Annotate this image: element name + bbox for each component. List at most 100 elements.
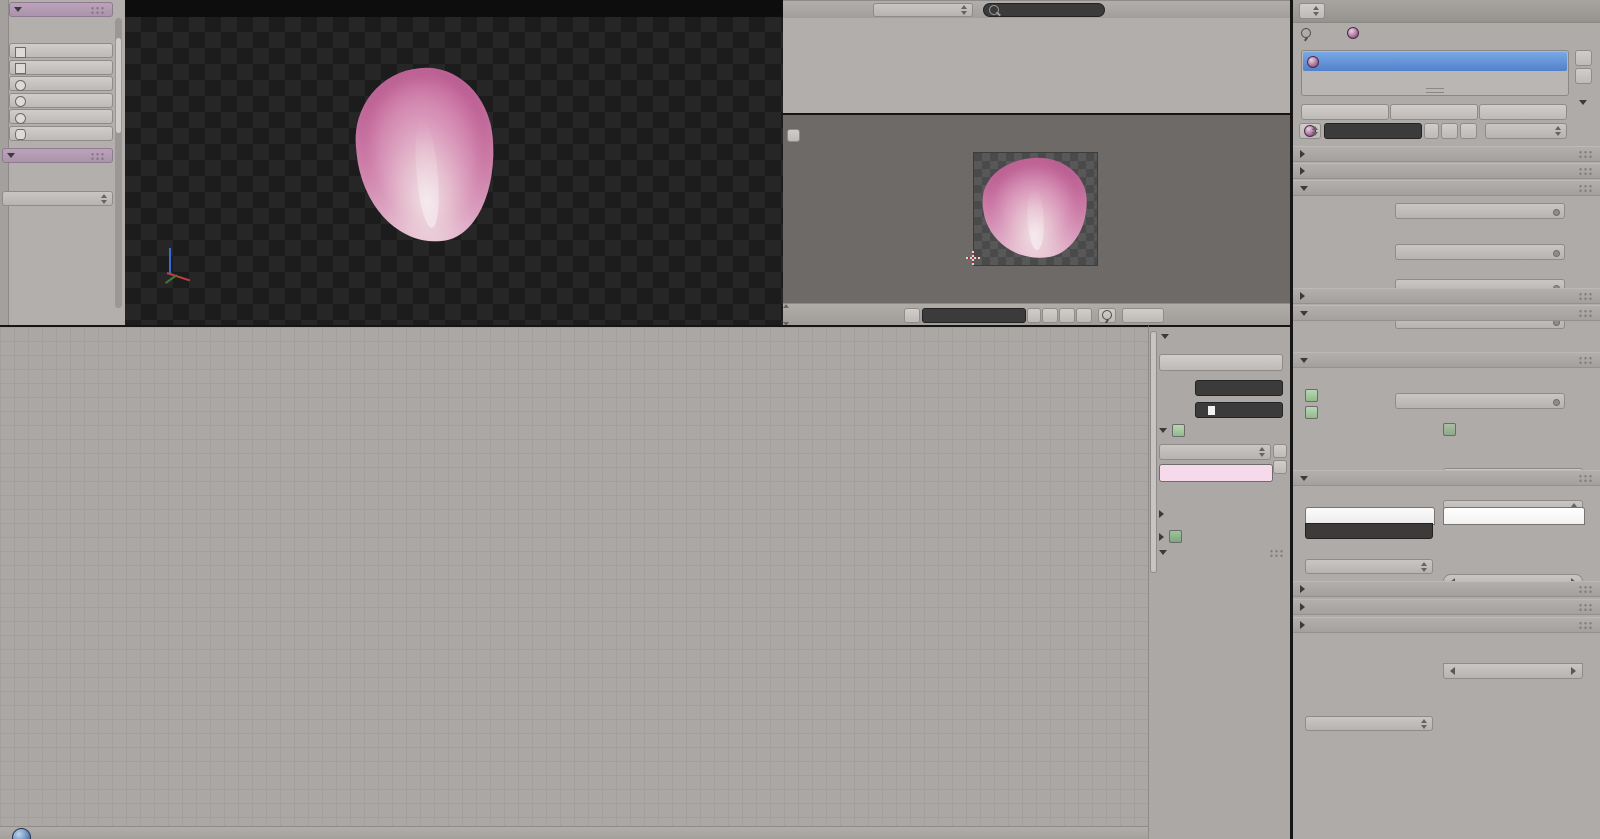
add-plane-button[interactable] (9, 43, 113, 58)
stepper-arrows-icon[interactable] (1313, 6, 1320, 16)
node-color-toggle[interactable] (1159, 424, 1190, 437)
panel-drag-handle-icon[interactable] (1578, 167, 1593, 176)
slot-specials-menu[interactable] (1579, 90, 1592, 109)
region-expand-button[interactable] (787, 129, 800, 142)
action-dropdown[interactable] (2, 191, 113, 206)
stepper-arrows-icon[interactable] (1259, 447, 1266, 457)
panel-drag-handle-icon[interactable] (90, 151, 105, 161)
outliner-search-input[interactable] (983, 2, 1105, 17)
stepper-arrows-icon[interactable] (961, 4, 968, 15)
n-panel-scrollbar[interactable] (1150, 331, 1157, 573)
uv-image-canvas[interactable] (973, 152, 1098, 266)
deselect-button[interactable] (1479, 104, 1567, 120)
stepper-arrows-icon[interactable] (1421, 718, 1428, 729)
pin-icon[interactable] (1301, 28, 1311, 38)
decrement-icon[interactable] (1450, 667, 1455, 675)
new-material-button[interactable] (1441, 123, 1458, 139)
panel-mmd-material[interactable] (1293, 599, 1600, 615)
stepper-arrows-icon[interactable] (1555, 126, 1562, 136)
new-image-button[interactable] (1042, 307, 1058, 323)
panel-custom-properties[interactable] (1293, 146, 1600, 162)
stepper-arrows-icon[interactable] (1421, 561, 1428, 572)
panel-drag-handle-icon[interactable] (1578, 621, 1593, 630)
node-name-field[interactable] (1195, 380, 1283, 396)
browse-material-button[interactable] (1299, 123, 1321, 139)
outliner-row-scene[interactable] (791, 2, 819, 18)
color-checkbox[interactable] (1172, 424, 1185, 437)
add-circle-button[interactable] (9, 76, 113, 91)
panel-properties[interactable] (1159, 510, 1169, 518)
material-slot-active[interactable] (1303, 52, 1567, 71)
panel-node[interactable] (1161, 334, 1174, 339)
panel-settings[interactable] (1293, 352, 1600, 368)
stepper-arrows-icon[interactable] (101, 193, 108, 204)
outliner-row-world[interactable] (809, 34, 837, 50)
viewport-specular-swatch[interactable] (1443, 507, 1585, 525)
fake-user-button[interactable] (1424, 123, 1439, 139)
panel-drag-handle-icon[interactable] (1578, 292, 1593, 301)
panel-grease-pencil-layers[interactable] (1159, 530, 1187, 543)
image-browse-button[interactable] (904, 307, 920, 323)
gp-layer-color-swatch[interactable] (1169, 530, 1182, 543)
tool-shelf-scrollbar[interactable] (115, 18, 122, 308)
panel-drag-handle-icon[interactable] (1578, 474, 1593, 483)
panel-grease-pencil-colors[interactable] (1159, 548, 1284, 558)
add-uv-sphere-button[interactable] (9, 92, 113, 108)
viewport-alpha-slider[interactable] (1305, 523, 1433, 539)
checkbox-empty[interactable] (1443, 423, 1456, 436)
remove-preset-button[interactable] (1273, 460, 1287, 474)
open-image-button[interactable] (1059, 307, 1075, 323)
node-label-field[interactable] (1195, 402, 1283, 418)
add-cube-button[interactable] (9, 59, 113, 75)
panel-displacement[interactable] (1293, 305, 1600, 321)
panel-preview[interactable] (1293, 163, 1600, 179)
panel-drag-handle-icon[interactable] (90, 5, 105, 15)
list-resize-handle[interactable] (1426, 88, 1444, 93)
panel-viewport[interactable] (1293, 470, 1600, 486)
panel-drag-handle-icon[interactable] (1578, 603, 1593, 612)
outliner-row-petal-a[interactable] (809, 83, 863, 99)
remove-slot-button[interactable] (1575, 68, 1592, 84)
checkbox-checked-icon[interactable] (1305, 406, 1318, 419)
panel-drag-handle-icon[interactable] (1578, 150, 1593, 159)
stepper-arrows-icon[interactable] (1312, 126, 1319, 136)
outliner-row-renderlayers[interactable] (809, 18, 863, 34)
uv-image-editor[interactable] (783, 115, 1290, 326)
reset-nodes-button[interactable] (1159, 354, 1283, 371)
unlink-image-button[interactable] (1076, 307, 1092, 323)
assign-button[interactable] (1301, 104, 1389, 120)
panel-surface[interactable] (1293, 180, 1600, 196)
transparent-shadows-toggle[interactable] (1305, 406, 1323, 419)
panel-verge3d[interactable] (1293, 581, 1600, 597)
link-data-dropdown[interactable] (1485, 123, 1567, 139)
panel-drag-handle-icon[interactable] (1578, 356, 1593, 365)
panel-drag-handle-icon[interactable] (1578, 585, 1593, 594)
displacement-selector[interactable] (1395, 393, 1565, 409)
pin-button[interactable] (1098, 307, 1116, 323)
add-preset-button[interactable] (1273, 444, 1287, 458)
fac-input-selector[interactable] (1395, 244, 1565, 260)
add-ico-sphere-button[interactable] (9, 109, 113, 124)
checkbox-checked-icon[interactable] (1305, 389, 1318, 402)
panel-drag-handle-icon[interactable] (1578, 309, 1593, 318)
panel-mmd-texture[interactable] (1293, 617, 1600, 633)
viewport-hardness-stepper[interactable] (1443, 663, 1583, 679)
homogeneous-toggle[interactable] (1443, 423, 1461, 436)
select-button[interactable] (1390, 104, 1478, 120)
surface-shader-selector[interactable] (1395, 203, 1565, 219)
node-editor[interactable] (0, 325, 1148, 839)
display-mode-dropdown[interactable] (873, 2, 973, 17)
multiple-importance-toggle[interactable] (1305, 389, 1323, 402)
node-graph[interactable] (0, 327, 1148, 839)
viewport-3d[interactable] (125, 0, 785, 325)
display-channels-dropdown[interactable] (1122, 307, 1164, 323)
frame-color-swatch[interactable] (1159, 464, 1273, 482)
panel-deselect-all[interactable] (2, 148, 113, 163)
outliner-row-camera[interactable] (809, 50, 863, 66)
material-name-field[interactable] (1324, 123, 1422, 139)
fake-user-button[interactable] (1027, 307, 1041, 323)
editor-type-button[interactable] (1299, 3, 1325, 19)
panel-add-meshes[interactable] (9, 2, 113, 17)
editor-type-arrows-icon[interactable] (795, 310, 802, 320)
add-slot-button[interactable] (1575, 50, 1592, 66)
